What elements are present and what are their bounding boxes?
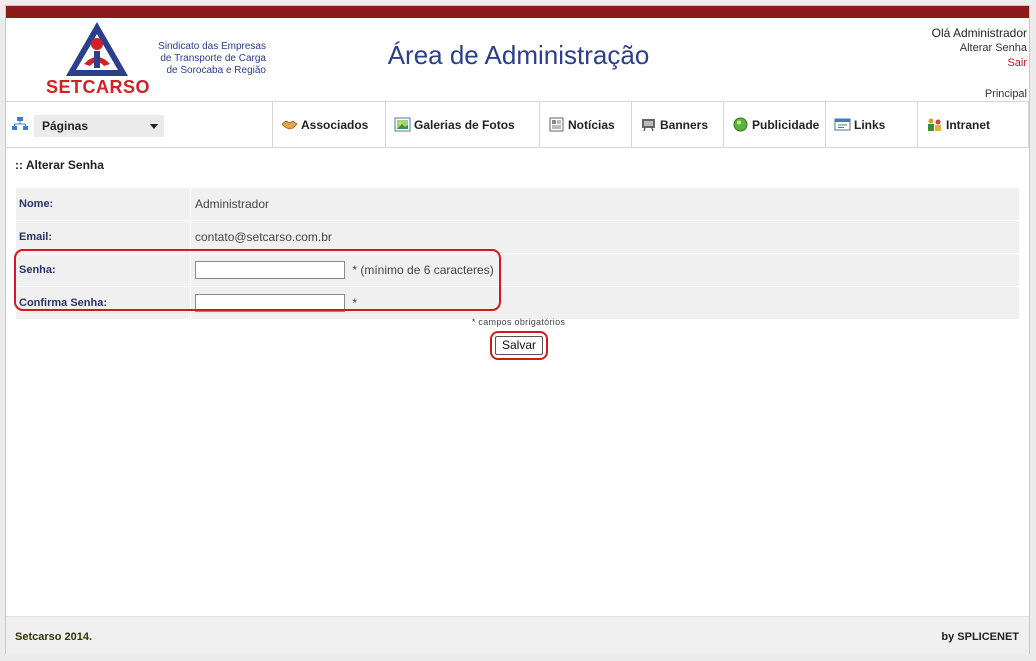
menu-item-noticias[interactable]: Notícias bbox=[539, 102, 631, 147]
sitemap-icon bbox=[12, 117, 28, 130]
menu-items: Associados Galerias de Fotos Notícias Ba… bbox=[272, 102, 1029, 147]
menu-item-label: Associados bbox=[301, 117, 369, 132]
name-value: Administrador bbox=[190, 188, 1019, 221]
menu-item-links[interactable]: Links bbox=[825, 102, 917, 147]
menu-item-publicidade[interactable]: Publicidade bbox=[723, 102, 825, 147]
footer: Setcarso 2014. by SPLICENET bbox=[6, 616, 1029, 654]
change-password-link[interactable]: Alterar Senha bbox=[932, 41, 1027, 56]
photo-gallery-icon bbox=[394, 117, 411, 132]
menu-item-label: Links bbox=[854, 117, 886, 132]
name-label: Nome: bbox=[16, 188, 191, 221]
menu-item-label: Publicidade bbox=[752, 117, 820, 132]
page-title: Área de Administração bbox=[387, 40, 650, 70]
logo-wordmark: SETCARSO bbox=[46, 77, 151, 97]
chevron-down-icon bbox=[150, 124, 158, 129]
menu-item-label: Intranet bbox=[946, 117, 991, 132]
advertising-icon bbox=[733, 117, 748, 132]
required-fields-note: * campos obrigatórios bbox=[471, 317, 566, 327]
footer-copyright: Setcarso 2014. bbox=[15, 631, 93, 643]
password-fields-highlight bbox=[14, 249, 501, 311]
menu-item-label: Banners bbox=[660, 117, 709, 132]
handshake-icon bbox=[281, 120, 298, 130]
menu-item-label: Notícias bbox=[568, 117, 615, 132]
links-icon bbox=[834, 118, 851, 131]
intranet-icon bbox=[928, 118, 941, 131]
pages-select[interactable]: Páginas bbox=[34, 115, 164, 137]
footer-credit: by SPLICENET bbox=[941, 631, 1019, 643]
user-box: Olá Administrador Alterar Senha Sair bbox=[932, 26, 1027, 71]
menu-item-galerias-de-fotos[interactable]: Galerias de Fotos bbox=[385, 102, 539, 147]
page-frame: SETCARSO Sindicato das Empresas de Trans… bbox=[5, 5, 1030, 654]
menu-item-associados[interactable]: Associados bbox=[272, 102, 385, 147]
user-greeting: Olá Administrador bbox=[931, 26, 1027, 40]
menu-item-intranet[interactable]: Intranet bbox=[917, 102, 1029, 147]
pages-select-label: Páginas bbox=[42, 119, 89, 133]
top-color-bar bbox=[6, 6, 1029, 18]
main-menu-bar: Páginas Associados Galerias de Fotos Not… bbox=[6, 101, 1029, 148]
logout-link[interactable]: Sair bbox=[932, 56, 1027, 71]
save-button[interactable]: Salvar bbox=[495, 336, 543, 355]
menu-item-label: Galerias de Fotos bbox=[414, 117, 515, 132]
banner-icon bbox=[642, 119, 655, 132]
menu-item-banners[interactable]: Banners bbox=[631, 102, 723, 147]
section-title: :: Alterar Senha bbox=[15, 158, 104, 172]
news-icon bbox=[549, 117, 564, 132]
save-button-highlight: Salvar bbox=[490, 331, 548, 360]
principal-link[interactable]: Principal bbox=[985, 88, 1027, 100]
form-row-name: Nome: Administrador bbox=[16, 188, 1019, 221]
